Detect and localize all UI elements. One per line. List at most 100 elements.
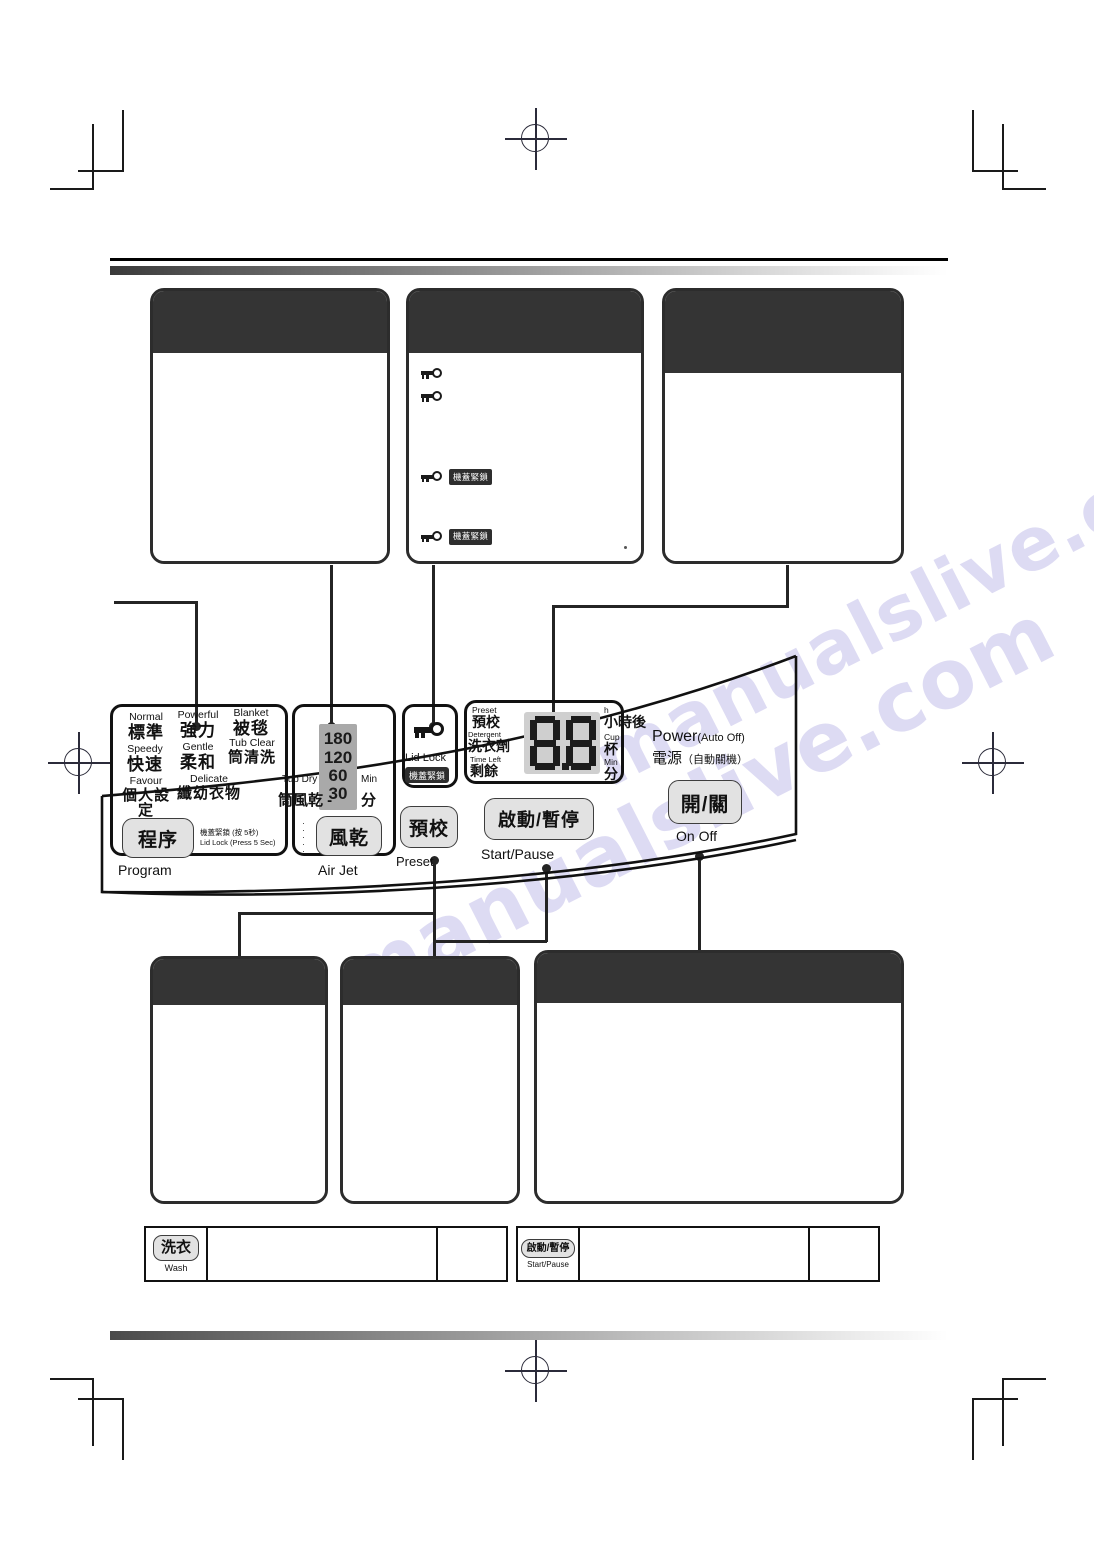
program-mode-en: Tub Clear: [229, 737, 275, 749]
header-rule: [110, 258, 948, 261]
leader-line: [433, 912, 436, 960]
lid-lock-badge: 機蓋緊鎖: [449, 528, 493, 545]
air-jet-time-60: 60: [328, 766, 348, 785]
start-pause-button-label: Start/Pause: [527, 1260, 569, 1270]
air-jet-time-120: 120: [323, 747, 353, 767]
program-mode-tub-clear: Tub Clear 筒清洗: [223, 738, 281, 765]
display-label-zh: 杯: [604, 740, 618, 757]
wash-spec-table: 洗衣 Wash: [144, 1226, 508, 1282]
power-button[interactable]: 開/關: [668, 780, 742, 824]
start-pause-button[interactable]: 啟動/暫停: [484, 798, 594, 840]
footer-gradient-bar: [110, 1331, 948, 1340]
program-mode-en: Delicate: [190, 773, 228, 785]
callout-start-pause: [534, 950, 904, 1204]
power-header-label: Power(Auto Off) 電源（自動關機）: [652, 728, 748, 768]
preset-label: Preset: [396, 854, 434, 869]
preset-button[interactable]: 預校: [400, 806, 458, 848]
program-mode-zh: 纖幼衣物: [176, 784, 241, 802]
air-jet-label: Air Jet: [318, 862, 358, 878]
program-mode-powerful: Powerful 強力: [172, 710, 224, 739]
key-icon: [421, 390, 442, 402]
program-mode-normal: Normal 標準: [122, 712, 170, 741]
key-icon: [421, 471, 442, 483]
callout-body: [665, 373, 901, 561]
callout-dot: [624, 546, 627, 549]
program-lid-lock-note-en: Lid Lock (Press 5 Sec): [200, 838, 276, 848]
display-label-preset: Preset 預校: [472, 706, 500, 729]
start-pause-label: Start/Pause: [481, 846, 555, 862]
display-label-zh: 洗衣劑: [468, 737, 510, 754]
program-mode-gentle: Gentle 柔和: [172, 742, 224, 771]
program-lid-lock-note-zh: 機蓋緊鎖 (按 5秒): [200, 828, 259, 837]
program-button[interactable]: 程序: [122, 818, 194, 858]
program-mode-zh: 筒清洗: [227, 748, 276, 766]
key-icon: [414, 722, 444, 738]
air-jet-button[interactable]: 風乾: [316, 816, 382, 856]
program-mode-zh: 快速: [127, 754, 163, 774]
leader-line: [552, 605, 789, 608]
callout-key-row: 機蓋緊鎖: [421, 528, 629, 545]
program-mode-zh: 個人設定: [121, 786, 170, 819]
program-mode-en: Blanket: [233, 707, 269, 719]
program-mode-en: Powerful: [177, 709, 219, 721]
callout-lid-lock: 機蓋緊鎖 機蓋緊鎖: [406, 288, 644, 564]
program-mode-en: Speedy: [127, 743, 163, 755]
program-mode-en: Favour: [129, 775, 163, 787]
leader-line: [433, 940, 547, 943]
callout-key-row: [421, 389, 629, 403]
leader-line: [238, 912, 436, 915]
lid-lock-badge: 機蓋緊鎖: [405, 767, 450, 783]
callout-header: [665, 291, 901, 373]
air-jet-tub-dry-en: Tub Dry: [282, 774, 318, 785]
power-label: On Off: [676, 828, 717, 844]
callout-header: [409, 291, 641, 353]
display-label-cup: Cup 杯: [604, 733, 620, 756]
header-gradient-bar: [110, 266, 948, 275]
registration-mark: [505, 1340, 567, 1402]
callout-power: [662, 288, 904, 564]
callout-body: [153, 353, 387, 561]
wash-button[interactable]: 洗衣: [152, 1235, 199, 1261]
seven-segment-digit: [530, 716, 560, 770]
air-jet-unit-zh: 分: [361, 792, 377, 809]
control-panel: Normal 標準 Powerful 強力 Blanket 被毯 Speedy …: [96, 648, 806, 910]
callout-key-row: 機蓋緊鎖: [421, 469, 629, 485]
start-pause-desc-cell: [580, 1228, 810, 1280]
program-mode-delicate: Delicate 纖幼衣物: [176, 774, 242, 801]
program-mode-speedy: Speedy 快速: [121, 744, 169, 773]
callout-air-jet: [150, 956, 328, 1204]
program-mode-en: Normal: [129, 711, 163, 723]
wash-button-cell[interactable]: 洗衣 Wash: [146, 1228, 208, 1280]
callout-body: [343, 1005, 517, 1201]
program-mode-zh: 被毯: [233, 718, 269, 738]
key-icon: [421, 367, 442, 379]
callout-body: [153, 1005, 325, 1201]
program-mode-zh: 柔和: [180, 752, 216, 772]
seven-segment-digit: [566, 716, 596, 770]
start-pause-spec-table: 啟動/暫停 Start/Pause: [516, 1226, 880, 1282]
display-label-zh: 剩餘: [470, 762, 498, 779]
callout-header: [537, 953, 901, 1003]
callout-program: [150, 288, 390, 564]
wash-value-cell: [438, 1228, 506, 1280]
callout-header: [153, 291, 387, 353]
display-label-zh: 分: [604, 765, 618, 782]
leader-line: [114, 601, 198, 604]
leader-line: [786, 565, 789, 607]
registration-mark: [505, 108, 567, 170]
start-pause-button-cell[interactable]: 啟動/暫停 Start/Pause: [518, 1228, 580, 1280]
callout-header: [343, 959, 517, 1005]
registration-mark: [962, 732, 1024, 794]
power-header-en: Power(Auto Off): [652, 728, 745, 745]
callout-preset: [340, 956, 520, 1204]
start-pause-button[interactable]: 啟動/暫停: [520, 1238, 576, 1259]
leader-line: [238, 912, 241, 960]
wash-button-label: Wash: [164, 1262, 188, 1273]
callout-body: 機蓋緊鎖 機蓋緊鎖: [409, 353, 641, 561]
program-lid-lock-note: 機蓋緊鎖 (按 5秒) Lid Lock (Press 5 Sec): [200, 828, 275, 848]
display-label-detergent: Detergent 洗衣劑: [468, 731, 510, 753]
air-jet-indicator-dots: · · · · ·: [302, 818, 305, 857]
display-label-time-left: Time Left 剩餘: [470, 756, 501, 778]
callout-header: [153, 959, 325, 1005]
lid-lock-badge: 機蓋緊鎖: [449, 469, 493, 485]
